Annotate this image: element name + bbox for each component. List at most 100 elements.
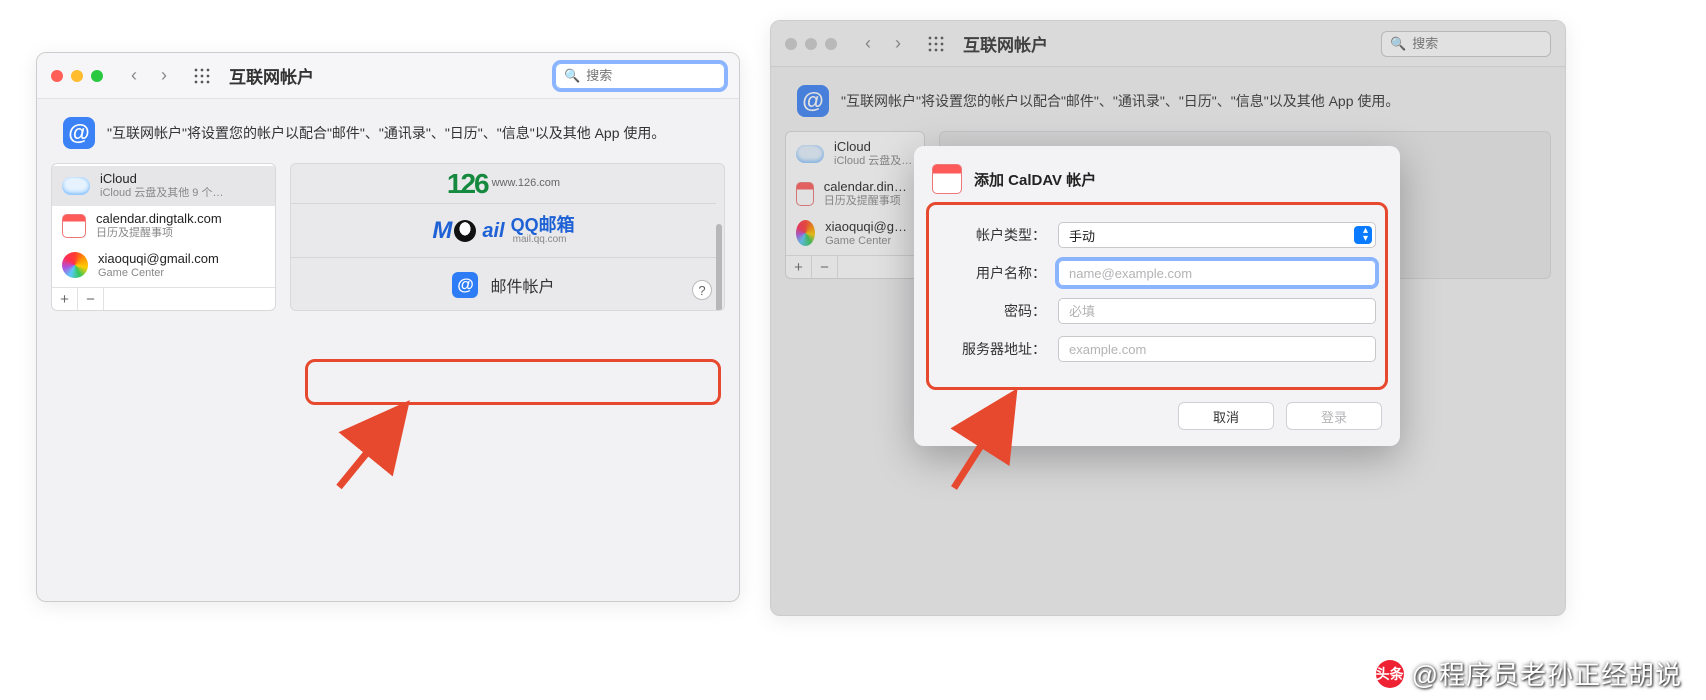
description-text: "互联网帐户"将设置您的帐户以配合"邮件"、"通讯录"、"日历"、"信息"以及其… [107, 123, 665, 143]
provider-label: 邮件帐户 [490, 273, 554, 297]
add-caldav-modal: 添加 CalDAV 帐户 帐户类型： 手动 ▴▾ 用户名称： 密码： 服 [914, 146, 1400, 446]
calendar-icon [62, 214, 86, 238]
account-sub: iCloud 云盘及其他 9 个… [100, 187, 223, 200]
forward-button: › [887, 29, 909, 58]
select-value: 手动 [1069, 226, 1095, 245]
qqmail-ail: ail [482, 221, 504, 241]
label-password: 密码： [938, 301, 1046, 321]
add-account-button: + [786, 256, 812, 278]
minimize-icon [805, 38, 817, 50]
account-item-dingtalk[interactable]: calendar.dingtalk.com 日历及提醒事项 [52, 206, 275, 246]
window-title: 互联网帐户 [963, 31, 1048, 56]
label-server: 服务器地址： [938, 339, 1046, 359]
gamecenter-icon [62, 252, 88, 278]
search-input[interactable] [586, 68, 740, 83]
back-button[interactable]: ‹ [123, 61, 145, 90]
zoom-icon [825, 38, 837, 50]
account-name: calendar.dingtalk.com [824, 180, 914, 195]
at-icon: @ [797, 85, 829, 117]
signin-button[interactable]: 登录 [1286, 402, 1382, 430]
label-username: 用户名称： [938, 263, 1046, 283]
qqmail-m: M [432, 219, 452, 243]
modal-header: 添加 CalDAV 帐户 [932, 164, 1382, 194]
sidebar-footer: + − [52, 287, 275, 310]
back-button: ‹ [857, 29, 879, 58]
qq-penguin-icon [454, 220, 476, 242]
account-sub: Game Center [98, 267, 219, 280]
traffic-lights [51, 70, 103, 82]
account-name: xiaoquqi@gmail.com [825, 220, 914, 235]
row-username: 用户名称： [938, 260, 1376, 286]
account-name: calendar.dingtalk.com [96, 212, 222, 227]
modal-title: 添加 CalDAV 帐户 [974, 169, 1096, 190]
scrollbar[interactable] [716, 170, 722, 304]
remove-account-button[interactable]: − [78, 288, 104, 310]
titlebar: ‹ › 互联网帐户 🔍 [37, 53, 739, 99]
description-row: @ "互联网帐户"将设置您的帐户以配合"邮件"、"通讯录"、"日历"、"信息"以… [771, 67, 1565, 131]
icloud-icon [796, 140, 824, 168]
at-icon: @ [63, 117, 95, 149]
description-row: @ "互联网帐户"将设置您的帐户以配合"邮件"、"通讯录"、"日历"、"信息"以… [37, 99, 739, 163]
search-field: 🔍 [1381, 31, 1551, 57]
icloud-icon [62, 172, 90, 200]
provider-126[interactable]: 126 www.126.com [291, 164, 716, 204]
account-sub: Game Center [825, 235, 914, 248]
qqmail-sub: mail.qq.com [513, 234, 575, 245]
close-icon[interactable] [51, 70, 63, 82]
calendar-icon [932, 164, 962, 194]
account-type-select[interactable]: 手动 ▴▾ [1058, 222, 1376, 248]
account-item-icloud: iCloud iCloud 云盘及其他 9 个… [786, 134, 924, 174]
account-sub: 日历及提醒事项 [96, 227, 222, 240]
add-account-button[interactable]: + [52, 288, 78, 310]
provider-mail-account[interactable]: @ 邮件帐户 [291, 258, 716, 310]
username-input[interactable] [1058, 260, 1376, 286]
annotation-highlight [305, 359, 721, 405]
net126-logo: 126 [447, 170, 488, 198]
qqmail-zh: QQ邮箱 [511, 216, 575, 234]
account-name: iCloud [100, 172, 223, 187]
scroll-thumb[interactable] [716, 224, 722, 312]
row-server: 服务器地址： [938, 336, 1376, 362]
remove-account-button: − [812, 256, 838, 278]
account-item-icloud[interactable]: iCloud iCloud 云盘及其他 9 个… [52, 166, 275, 206]
cancel-button[interactable]: 取消 [1178, 402, 1274, 430]
titlebar: ‹ › 互联网帐户 🔍 [771, 21, 1565, 67]
account-name: xiaoquqi@gmail.com [98, 252, 219, 267]
accounts-sidebar: iCloud iCloud 云盘及其他 9 个… calendar.dingta… [785, 131, 925, 279]
label-account-type: 帐户类型： [938, 225, 1046, 245]
chevron-updown-icon: ▴▾ [1363, 227, 1368, 243]
close-icon [785, 38, 797, 50]
password-input[interactable] [1058, 298, 1376, 324]
form-area: 帐户类型： 手动 ▴▾ 用户名称： 密码： 服务器地址： [932, 212, 1382, 378]
gamecenter-icon [796, 220, 815, 246]
search-input [1412, 36, 1566, 51]
account-sub: 日历及提醒事项 [824, 195, 914, 208]
toutiao-logo-icon: 头条 [1376, 660, 1404, 688]
forward-button[interactable]: › [153, 61, 175, 90]
search-icon: 🔍 [1390, 36, 1406, 52]
window-title: 互联网帐户 [229, 63, 314, 88]
account-sub: iCloud 云盘及其他 9 个… [834, 155, 914, 168]
calendar-icon [796, 182, 814, 206]
minimize-icon[interactable] [71, 70, 83, 82]
accounts-sidebar: iCloud iCloud 云盘及其他 9 个… calendar.dingta… [51, 163, 276, 311]
watermark-text: @程序员老孙正经胡说 [1412, 655, 1682, 692]
search-field[interactable]: 🔍 [555, 63, 725, 89]
description-text: "互联网帐户"将设置您的帐户以配合"邮件"、"通讯录"、"日历"、"信息"以及其… [841, 91, 1399, 111]
row-password: 密码： [938, 298, 1376, 324]
zoom-icon[interactable] [91, 70, 103, 82]
left-window: ‹ › 互联网帐户 🔍 @ "互联网帐户"将设置您的帐户以配合"邮件"、"通讯录… [36, 52, 740, 602]
show-all-icon [927, 35, 945, 53]
search-icon: 🔍 [564, 68, 580, 84]
modal-buttons: 取消 登录 [932, 402, 1382, 430]
account-item-gmail[interactable]: xiaoquqi@gmail.com Game Center [52, 246, 275, 286]
account-item-dingtalk: calendar.dingtalk.com 日历及提醒事项 [786, 174, 924, 214]
providers-panel: 126 www.126.com M ail QQ邮箱 mail.qq.com [290, 163, 725, 311]
at-icon: @ [452, 272, 478, 298]
provider-qqmail[interactable]: M ail QQ邮箱 mail.qq.com [291, 204, 716, 258]
annotation-arrow-icon [329, 397, 429, 497]
server-input[interactable] [1058, 336, 1376, 362]
account-item-gmail: xiaoquqi@gmail.com Game Center [786, 214, 924, 254]
watermark: 头条 @程序员老孙正经胡说 [1376, 655, 1682, 692]
show-all-icon[interactable] [193, 67, 211, 85]
